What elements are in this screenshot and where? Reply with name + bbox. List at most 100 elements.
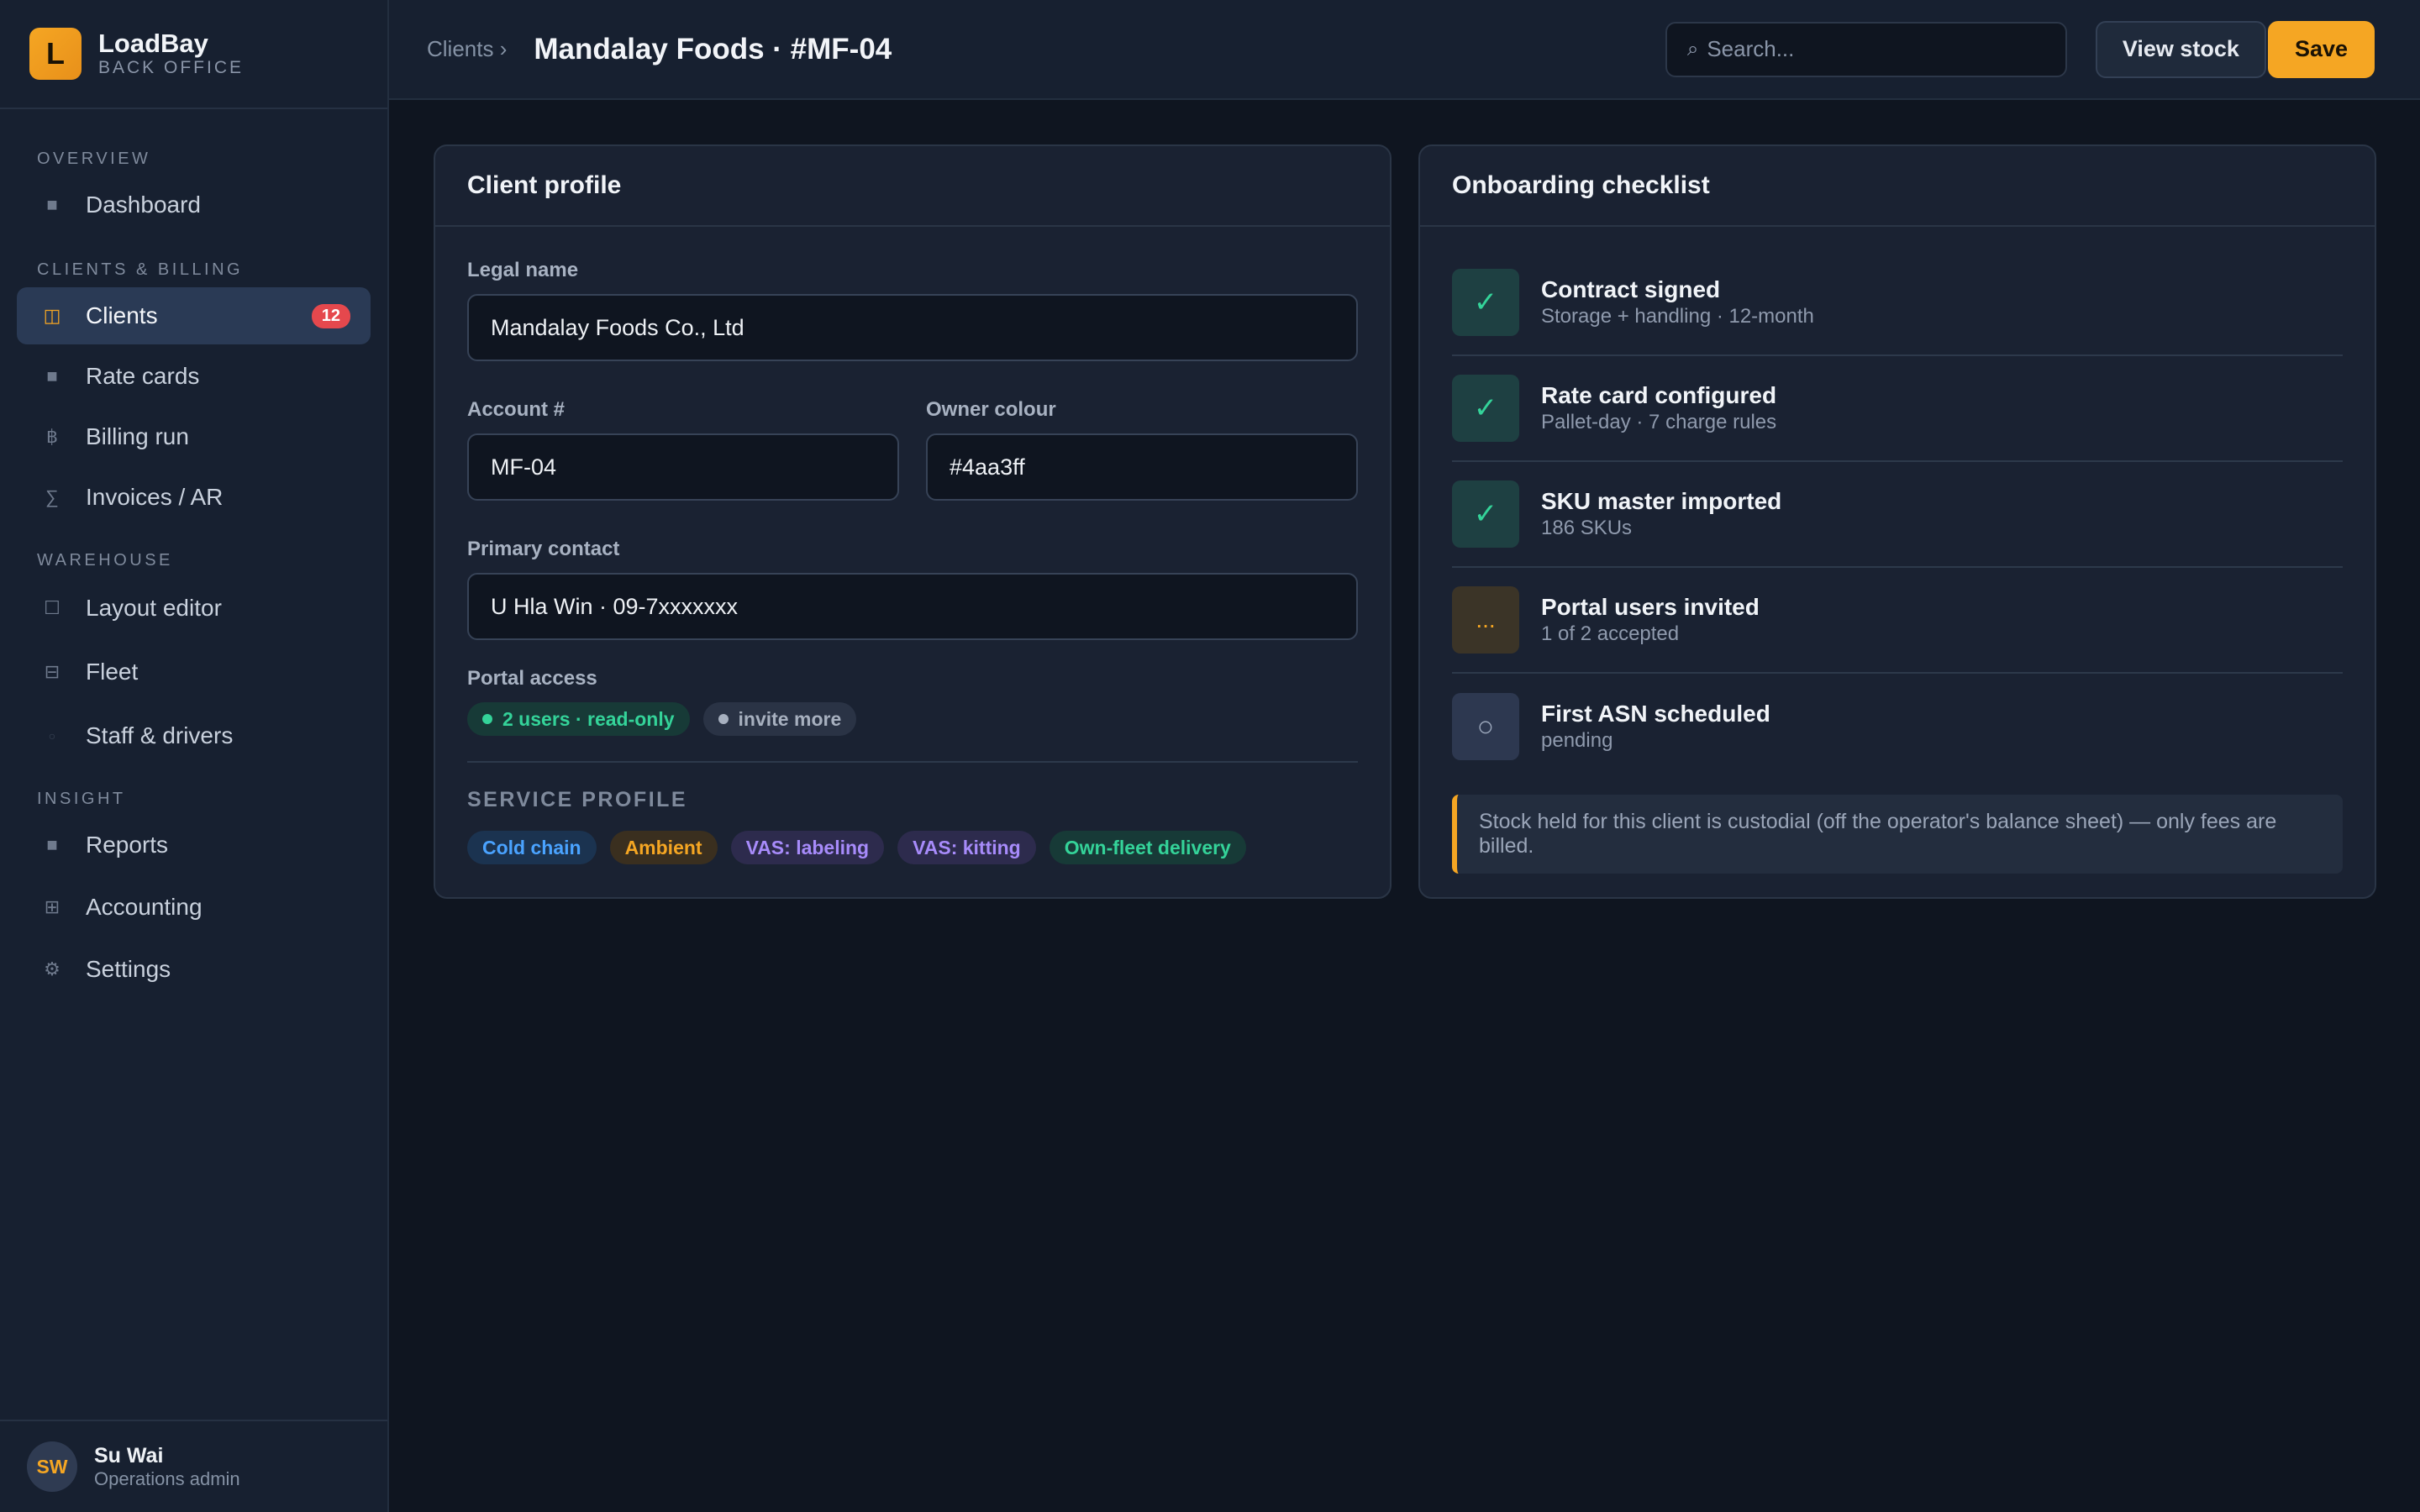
service-profile-title: SERVICE PROFILE xyxy=(467,788,688,811)
topbar: Clients › Mandalay Foods · #MF-04 ⌕ View… xyxy=(389,0,2420,100)
sidebar-item-clients[interactable]: ◫ Clients 12 xyxy=(17,287,371,344)
app-name: LoadBay xyxy=(98,29,208,58)
sidebar: L LoadBay BACK OFFICE OVERVIEW ■ Dashboa… xyxy=(0,0,389,1512)
sidebar-item-label: Clients xyxy=(86,302,158,328)
layout-icon: ☐ xyxy=(44,597,60,618)
checklist-item-contract[interactable]: ✓ Contract signed Storage + handling · 1… xyxy=(1452,250,2343,356)
user-profile[interactable]: SW Su Wai Operations admin xyxy=(0,1420,387,1512)
legal-name-label: Legal name xyxy=(467,259,579,281)
owner-colour-field[interactable]: #4aa3ff xyxy=(926,433,1358,501)
service-tags: Cold chain Ambient VAS: labeling VAS: ki… xyxy=(467,831,1358,864)
dashboard-icon: ■ xyxy=(46,194,58,215)
service-tag[interactable]: Cold chain xyxy=(467,831,597,864)
sidebar-item-settings[interactable]: ⚙ Settings xyxy=(17,941,371,998)
checklist-item-title: Portal users invited xyxy=(1541,594,1760,620)
nav-section-warehouse: WAREHOUSE xyxy=(37,551,173,570)
nav-section-overview: OVERVIEW xyxy=(37,150,151,168)
client-profile-card: Client profile Legal name Mandalay Foods… xyxy=(434,144,1392,899)
checklist-item-subtitle: Pallet-day · 7 charge rules xyxy=(1541,411,1777,433)
checklist-item-portal-users[interactable]: ... Portal users invited 1 of 2 accepted xyxy=(1452,568,2343,674)
checklist-item-title: First ASN scheduled xyxy=(1541,701,1770,727)
account-field[interactable]: MF-04 xyxy=(467,433,899,501)
checklist-item-subtitle: 1 of 2 accepted xyxy=(1541,622,1680,645)
checklist-item-subtitle: 186 SKUs xyxy=(1541,517,1633,539)
owner-colour-label: Owner colour xyxy=(926,398,1056,421)
page-title: Mandalay Foods · #MF-04 xyxy=(534,32,892,66)
sidebar-item-dashboard[interactable]: ■ Dashboard xyxy=(17,176,371,234)
sidebar-item-label: Settings xyxy=(86,956,171,982)
check-icon: ✓ xyxy=(1452,480,1519,548)
card-title: Onboarding checklist xyxy=(1420,146,2375,227)
sidebar-item-label: Fleet xyxy=(86,659,139,685)
primary-contact-label: Primary contact xyxy=(467,538,620,560)
custodial-note: Stock held for this client is custodial … xyxy=(1452,795,2343,874)
sidebar-item-label: Staff & drivers xyxy=(86,722,234,748)
checklist-item-subtitle: Storage + handling · 12-month xyxy=(1541,305,1814,328)
sidebar-item-label: Billing run xyxy=(86,423,189,449)
invoices-icon: ∑ xyxy=(45,486,59,507)
service-tag[interactable]: VAS: labeling xyxy=(730,831,885,864)
sidebar-item-billing-run[interactable]: ฿ Billing run xyxy=(17,408,371,465)
portal-users-badge[interactable]: 2 users · read-only xyxy=(467,702,690,736)
sidebar-item-label: Accounting xyxy=(86,894,203,920)
service-tag[interactable]: VAS: kitting xyxy=(897,831,1036,864)
search-icon: ⌕ xyxy=(1686,37,1699,60)
sidebar-item-layout-editor[interactable]: ☐ Layout editor xyxy=(17,580,371,637)
avatar: SW xyxy=(27,1441,77,1492)
view-stock-button[interactable]: View stock xyxy=(2095,20,2266,78)
accounting-icon: ⊞ xyxy=(44,896,60,917)
app-subtitle: BACK OFFICE xyxy=(98,58,245,77)
nav-section-insight: INSIGHT xyxy=(37,790,126,808)
card-title: Client profile xyxy=(435,146,1390,227)
service-tag[interactable]: Own-fleet delivery xyxy=(1049,831,1246,864)
breadcrumb[interactable]: Clients › xyxy=(427,36,507,62)
sidebar-item-reports[interactable]: ■ Reports xyxy=(17,816,371,874)
sidebar-item-rate-cards[interactable]: ■ Rate cards xyxy=(17,348,371,405)
sidebar-item-staff-drivers[interactable]: ○ Staff & drivers xyxy=(17,707,371,764)
checklist-item-sku-master[interactable]: ✓ SKU master imported 186 SKUs xyxy=(1452,462,2343,568)
sidebar-item-fleet[interactable]: ⊟ Fleet xyxy=(17,643,371,701)
clients-icon: ◫ xyxy=(43,305,61,326)
brand[interactable]: L LoadBay BACK OFFICE xyxy=(0,0,387,109)
clients-count-badge: 12 xyxy=(311,303,350,328)
account-label: Account # xyxy=(467,398,566,421)
rate-cards-icon: ■ xyxy=(46,365,58,386)
status-dot xyxy=(718,714,729,724)
pending-icon: ... xyxy=(1452,586,1519,654)
checklist-item-subtitle: pending xyxy=(1541,729,1613,752)
circle-icon: ○ xyxy=(1452,693,1519,760)
check-icon: ✓ xyxy=(1452,375,1519,442)
sidebar-nav: OVERVIEW ■ Dashboard CLIENTS & BILLING ◫… xyxy=(0,109,387,998)
search-box[interactable]: ⌕ xyxy=(1665,21,2067,77)
sidebar-item-label: Invoices / AR xyxy=(86,484,224,510)
portal-access: 2 users · read-only invite more xyxy=(467,702,1358,736)
divider xyxy=(467,761,1358,763)
invite-more-button[interactable]: invite more xyxy=(702,702,857,736)
staff-icon: ○ xyxy=(48,729,56,743)
sidebar-item-label: Layout editor xyxy=(86,595,222,621)
user-role: Operations admin xyxy=(94,1468,240,1489)
app-logo: L xyxy=(29,28,82,80)
sidebar-item-accounting[interactable]: ⊞ Accounting xyxy=(17,879,371,936)
save-button[interactable]: Save xyxy=(2267,20,2375,78)
primary-contact-field[interactable]: U Hla Win · 09-7xxxxxxx xyxy=(467,573,1358,640)
sidebar-item-label: Reports xyxy=(86,832,169,858)
checklist-item-first-asn[interactable]: ○ First ASN scheduled pending xyxy=(1452,674,2343,780)
onboarding-checklist-card: Onboarding checklist ✓ Contract signed S… xyxy=(1418,144,2376,899)
legal-name-field[interactable]: Mandalay Foods Co., Ltd xyxy=(467,294,1358,361)
status-dot xyxy=(482,714,492,724)
portal-access-label: Portal access xyxy=(467,667,597,690)
checklist-item-title: Contract signed xyxy=(1541,276,1721,302)
service-tag[interactable]: Ambient xyxy=(609,831,718,864)
search-input[interactable] xyxy=(1707,36,2027,62)
sidebar-item-label: Rate cards xyxy=(86,363,200,389)
settings-icon: ⚙ xyxy=(44,958,60,979)
checklist-item-rate-card[interactable]: ✓ Rate card configured Pallet-day · 7 ch… xyxy=(1452,356,2343,462)
sidebar-item-invoices[interactable]: ∑ Invoices / AR xyxy=(17,469,371,526)
reports-icon: ■ xyxy=(46,834,58,855)
checklist-item-title: SKU master imported xyxy=(1541,488,1782,514)
fleet-icon: ⊟ xyxy=(44,661,60,682)
user-name: Su Wai xyxy=(94,1444,164,1467)
nav-section-clients-billing: CLIENTS & BILLING xyxy=(37,260,244,279)
billing-icon: ฿ xyxy=(46,426,58,447)
